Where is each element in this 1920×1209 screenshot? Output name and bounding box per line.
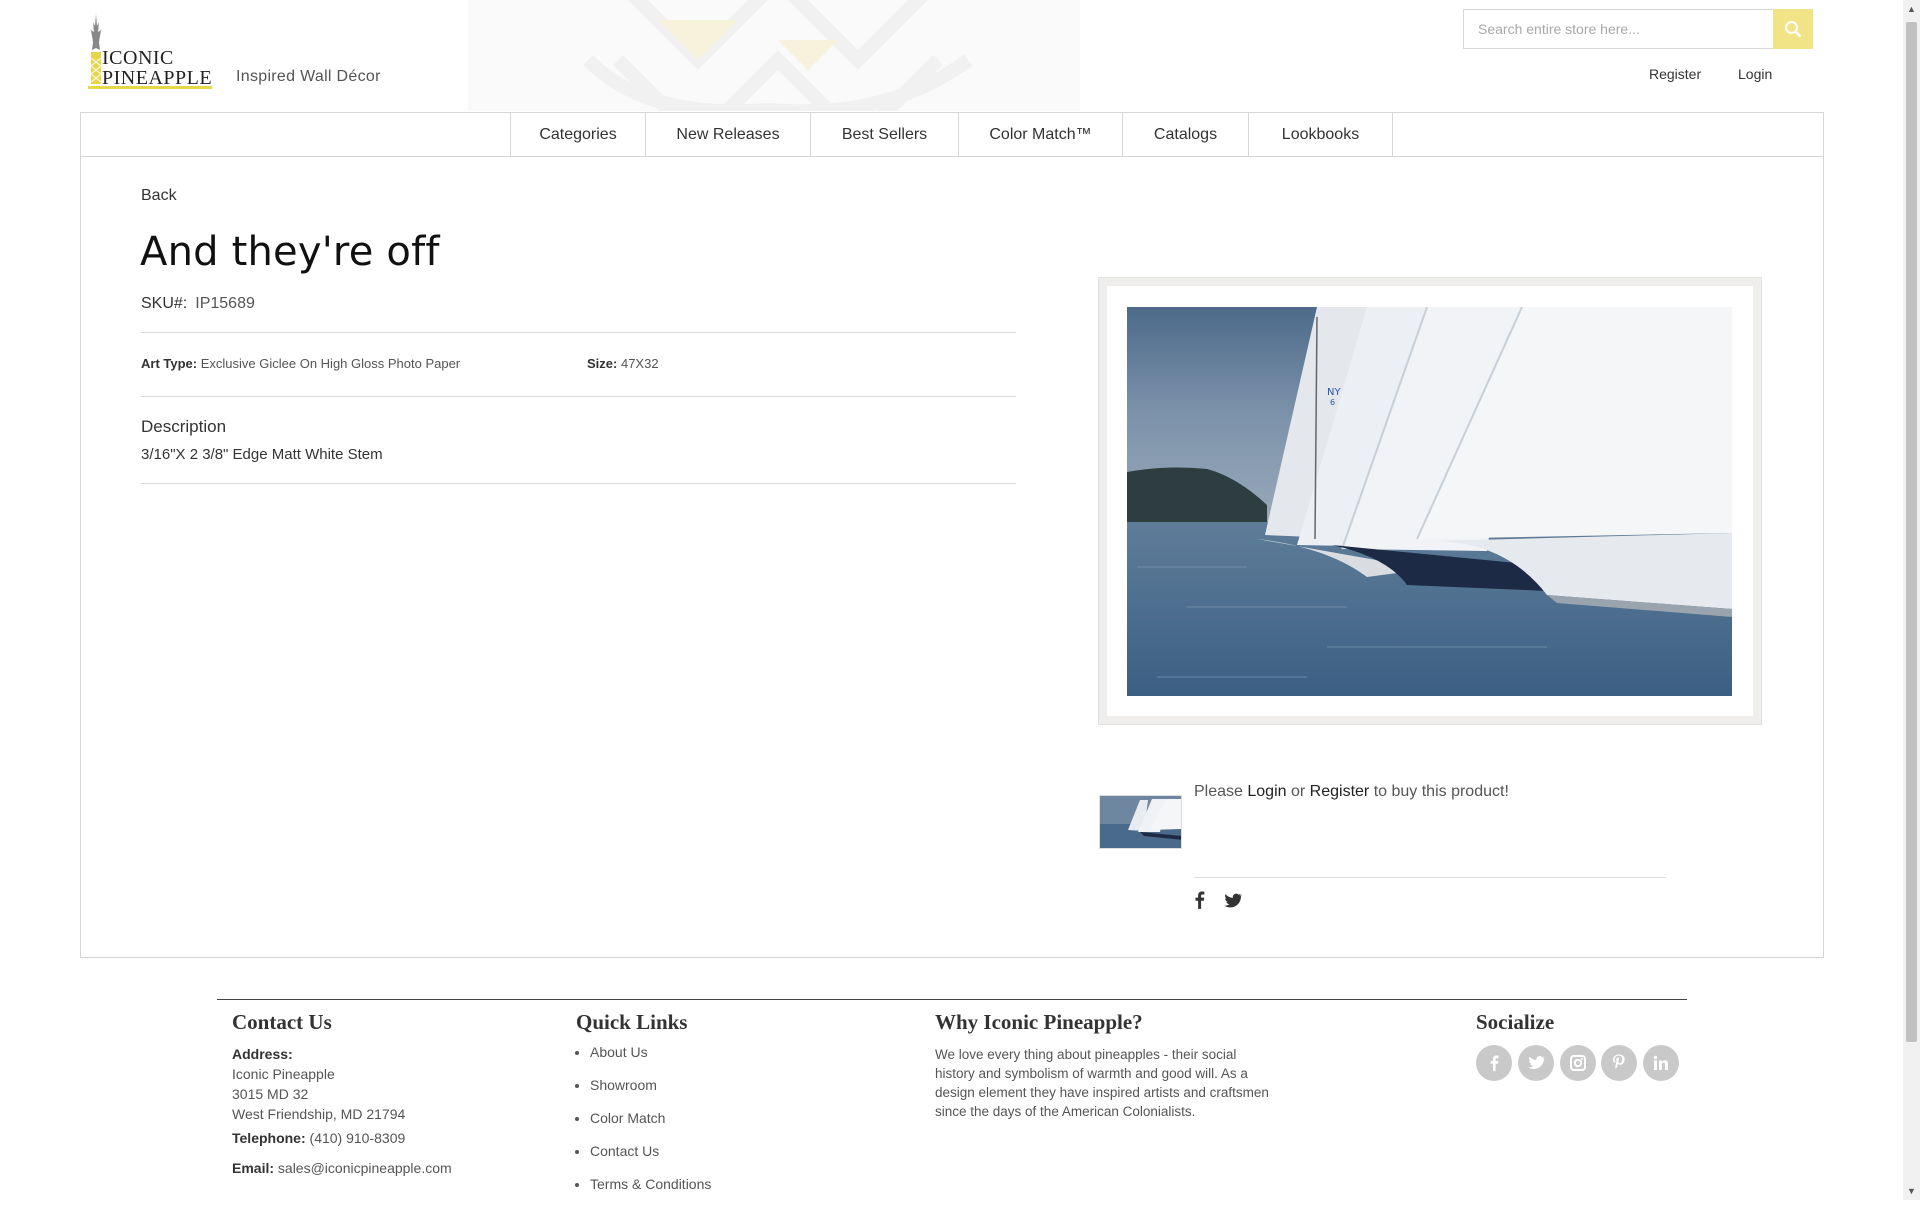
scrollbar-thumb[interactable] <box>1906 22 1917 1042</box>
divider <box>141 396 1016 397</box>
main-nav: Categories New Releases Best Sellers Col… <box>510 113 1393 156</box>
divider <box>141 483 1016 484</box>
product-title: And they're off <box>140 229 440 275</box>
nav-best-sellers[interactable]: Best Sellers <box>811 113 959 156</box>
footer-divider <box>217 999 1687 1000</box>
buy-suffix: to buy this product! <box>1373 783 1509 800</box>
thumbnail-image <box>1100 796 1181 848</box>
pineapple-watermark-icon <box>583 0 973 111</box>
social-twitter[interactable] <box>1518 1045 1554 1081</box>
buy-prompt: Please Login or Register to buy this pro… <box>1194 783 1509 801</box>
quick-link-contact-us[interactable]: Contact Us <box>590 1143 711 1176</box>
linkedin-icon <box>1653 1055 1668 1070</box>
quick-link-about-us[interactable]: About Us <box>590 1044 711 1077</box>
address-line: Iconic Pineapple <box>232 1066 335 1082</box>
size-label: Size: <box>587 356 618 371</box>
socialize-heading: Socialize <box>1476 1010 1555 1034</box>
quick-link-color-match[interactable]: Color Match <box>590 1110 711 1143</box>
social-linkedin[interactable] <box>1643 1045 1679 1081</box>
email-value[interactable]: sales@iconicpineapple.com <box>278 1160 452 1176</box>
quick-links-heading: Quick Links <box>576 1010 688 1034</box>
divider <box>141 332 1016 333</box>
product-image[interactable]: NY 6 <box>1127 307 1732 696</box>
quick-links-list: About Us Showroom Color Match Contact Us… <box>574 1044 711 1209</box>
address-line: West Friendship, MD 21794 <box>232 1106 406 1122</box>
social-facebook[interactable] <box>1476 1045 1512 1081</box>
scroll-down-icon[interactable]: ▼ <box>1906 1186 1917 1196</box>
art-type-label: Art Type: <box>141 356 198 371</box>
why-heading: Why Iconic Pineapple? <box>935 1010 1143 1034</box>
sailboats-photo: NY 6 <box>1127 307 1732 696</box>
pinterest-icon <box>1613 1054 1625 1069</box>
twitter-icon[interactable] <box>1224 893 1242 909</box>
nav-catalogs[interactable]: Catalogs <box>1123 113 1249 156</box>
nav-new-releases[interactable]: New Releases <box>646 113 811 156</box>
share-divider <box>1194 877 1666 878</box>
size-value: 47X32 <box>620 356 659 371</box>
pineapple-logo-icon <box>90 14 102 84</box>
nav-color-match[interactable]: Color Match™ <box>959 113 1123 156</box>
address-line: 3015 MD 32 <box>232 1086 309 1102</box>
brand-line-1: ICONIC <box>102 47 174 69</box>
buy-login-link[interactable]: Login <box>1247 783 1286 800</box>
email-label: Email: <box>232 1160 275 1176</box>
art-type-value: Exclusive Giclee On High Gloss Photo Pap… <box>200 356 461 371</box>
header-watermark <box>468 0 1080 111</box>
facebook-icon[interactable] <box>1193 890 1205 910</box>
address-label: Address: <box>232 1046 293 1062</box>
why-text: We love every thing about pineapples - t… <box>935 1047 1269 1119</box>
contact-info: Address: Iconic Pineapple 3015 MD 32 Wes… <box>232 1044 452 1178</box>
facebook-icon <box>1490 1055 1499 1071</box>
search-input[interactable] <box>1464 10 1774 48</box>
contact-heading: Contact Us <box>232 1010 332 1034</box>
description-heading: Description <box>141 417 227 436</box>
description-text: 3/16"X 2 3/8" Edge Matt White Stem <box>141 446 383 463</box>
buy-or: or <box>1290 783 1306 800</box>
brand-name: ICONIC PINEAPPLE <box>102 48 212 88</box>
product-sku: SKU#: IP15689 <box>141 295 255 313</box>
social-pinterest[interactable] <box>1601 1045 1637 1081</box>
search-button[interactable] <box>1773 9 1813 49</box>
telephone-value[interactable]: (410) 910-8309 <box>310 1130 406 1146</box>
register-link[interactable]: Register <box>1649 66 1701 82</box>
quick-link-showroom[interactable]: Showroom <box>590 1077 711 1110</box>
product-thumbnail[interactable] <box>1099 795 1182 849</box>
buy-prefix: Please <box>1194 783 1243 800</box>
search-box <box>1463 9 1813 49</box>
brand-line-2: PINEAPPLE <box>102 67 213 89</box>
nav-categories[interactable]: Categories <box>510 113 646 156</box>
sail-marking-2: 6 <box>1330 398 1335 407</box>
back-link[interactable]: Back <box>141 187 177 205</box>
nav-divider <box>80 156 1824 157</box>
brand-logo[interactable]: ICONIC PINEAPPLE <box>88 14 214 90</box>
tagline: Inspired Wall Décor <box>236 68 381 85</box>
size: Size: 47X32 <box>587 356 659 371</box>
social-instagram[interactable] <box>1560 1045 1596 1081</box>
logo-underline <box>88 86 212 89</box>
sail-marking-1: NY <box>1327 387 1341 398</box>
art-type: Art Type: Exclusive Giclee On High Gloss… <box>141 356 460 371</box>
login-link[interactable]: Login <box>1738 66 1772 82</box>
telephone-label: Telephone: <box>232 1130 306 1146</box>
buy-register-link[interactable]: Register <box>1310 783 1370 800</box>
instagram-icon <box>1570 1055 1586 1071</box>
sku-value: IP15689 <box>195 295 255 312</box>
twitter-icon <box>1527 1056 1545 1070</box>
nav-lookbooks[interactable]: Lookbooks <box>1249 113 1393 156</box>
sku-label: SKU#: <box>141 295 188 312</box>
quick-link-terms[interactable]: Terms & Conditions <box>590 1176 711 1209</box>
search-icon <box>1785 21 1802 38</box>
scroll-up-icon[interactable]: ▲ <box>1906 4 1917 14</box>
